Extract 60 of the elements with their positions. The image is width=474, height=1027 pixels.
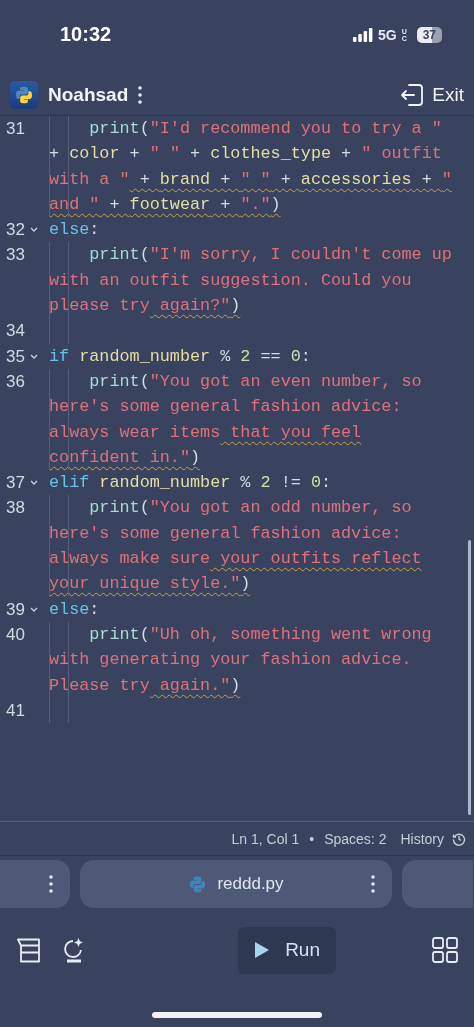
line-number: 41	[5, 699, 26, 722]
exit-icon	[400, 83, 425, 107]
code-text: + color + " " + clothes_type + " outfit	[49, 144, 442, 164]
code-text: print("You got an even number, so	[89, 371, 422, 391]
code-text: print("I'm sorry, I couldn't come up	[89, 245, 452, 265]
line-number: 33	[5, 244, 26, 267]
code-text: with an outfit suggestion. Could you	[49, 270, 412, 290]
code-text: elif random_number % 2 != 0:	[49, 473, 332, 493]
chevron-down-icon[interactable]	[30, 227, 38, 234]
line-number: 31	[5, 118, 26, 140]
indent-setting[interactable]: Spaces: 2	[324, 830, 387, 847]
more-icon[interactable]	[49, 875, 53, 893]
code-text: if random_number % 2 == 0:	[49, 346, 311, 366]
code-text: always wear items that you feel	[49, 422, 362, 442]
separator-dot: •	[309, 830, 315, 847]
code-text: please try again?")	[49, 296, 241, 316]
code-text: else:	[49, 599, 100, 619]
play-icon	[255, 942, 270, 958]
code-text: your unique style.")	[49, 574, 251, 594]
cursor-position[interactable]: Ln 1, Col 1	[231, 830, 300, 847]
run-button[interactable]: Run	[238, 926, 336, 974]
history-icon[interactable]	[452, 831, 466, 846]
line-number: 35	[5, 345, 26, 368]
code-text: print("You got an odd number, so	[89, 498, 412, 518]
code-text: print("Uh oh, something went wrong	[89, 624, 432, 644]
code-text: with a " + brand + " " + accessories + "	[49, 169, 452, 189]
more-icon[interactable]	[371, 875, 375, 893]
line-number: 32	[5, 219, 26, 242]
line-number: 40	[5, 623, 26, 646]
line-number: 38	[5, 497, 26, 520]
line-number: 37	[5, 472, 26, 495]
ai-assistant-icon[interactable]	[63, 936, 85, 964]
chevron-down-icon[interactable]	[30, 353, 38, 360]
scrollbar[interactable]	[468, 540, 471, 815]
code-text: here's some general fashion advice:	[49, 397, 402, 417]
chevron-down-icon[interactable]	[30, 480, 38, 487]
code-text: print("I'd recommend you to try a "	[89, 119, 442, 138]
code-text: always make sure your outfits reflect	[49, 549, 422, 569]
signal-icon	[352, 27, 373, 42]
history-link[interactable]: History	[400, 830, 444, 847]
line-number: 39	[5, 598, 26, 621]
code-text: and " + footwear + ".")	[49, 194, 281, 214]
layers-icon[interactable]	[17, 937, 41, 963]
battery-level: 37	[416, 26, 442, 43]
clock-time: 10:32	[60, 23, 113, 46]
code-text: Please try again.")	[49, 675, 241, 695]
file-tab[interactable]: reddd.py	[80, 860, 392, 908]
grid-icon[interactable]	[432, 937, 458, 963]
code-text: here's some general fashion advice:	[49, 523, 402, 543]
exit-button[interactable]: Exit	[400, 83, 464, 107]
network-label: 5G	[377, 26, 397, 43]
more-icon[interactable]	[138, 86, 143, 104]
code-text: with generating your fashion advice.	[49, 650, 412, 670]
code-text: else:	[49, 220, 100, 240]
repl-title[interactable]: Noahsad	[48, 84, 129, 106]
line-number: 34	[5, 320, 26, 343]
python-logo-icon	[188, 874, 208, 894]
code-text: confident in.")	[49, 447, 201, 467]
chevron-down-icon[interactable]	[30, 606, 38, 613]
line-number: 36	[5, 370, 26, 393]
